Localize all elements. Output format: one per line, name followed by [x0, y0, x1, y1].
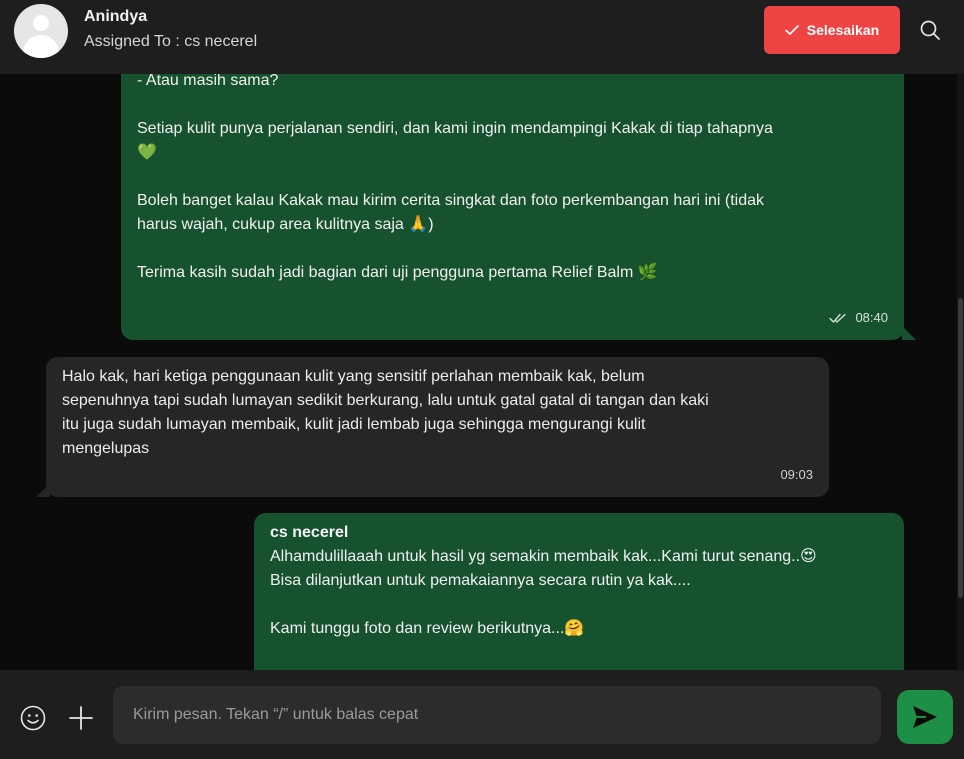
resolve-button[interactable]: Selesaikan [764, 6, 900, 54]
message-text: - Atau masih sama? Setiap kulit punya pe… [137, 74, 773, 281]
check-icon [784, 25, 799, 35]
avatar-body-shape [23, 35, 59, 58]
message-meta: 08:40 [829, 306, 888, 330]
plus-icon [69, 706, 93, 730]
chat-header: Anindya Assigned To : cs necerel Selesai… [0, 0, 964, 74]
message-list[interactable]: - Atau masih sama? Setiap kulit punya pe… [0, 74, 964, 670]
message-bubble-incoming[interactable]: Halo kak, hari ketiga penggunaan kulit y… [36, 357, 829, 497]
message-text: Halo kak, hari ketiga penggunaan kulit y… [62, 368, 709, 457]
attach-button[interactable] [68, 705, 94, 731]
message-text: Alhamdulillaaah untuk hasil yg semakin m… [270, 548, 817, 637]
emoji-button[interactable] [20, 705, 46, 731]
double-check-icon [829, 313, 847, 323]
message-input[interactable] [113, 686, 881, 744]
message-bubble-outgoing[interactable]: cs necerel Alhamdulillaaah untuk hasil y… [254, 513, 904, 670]
message-sender: cs necerel [270, 524, 349, 541]
message-bubble-outgoing[interactable]: - Atau masih sama? Setiap kulit punya pe… [121, 74, 916, 340]
resolve-button-label: Selesaikan [806, 22, 880, 38]
avatar-head-shape [33, 15, 49, 31]
composer [0, 670, 964, 759]
message-time: 08:40 [855, 310, 888, 325]
scrollbar[interactable] [957, 74, 964, 670]
contact-name[interactable]: Anindya [84, 8, 147, 26]
send-icon [913, 706, 937, 728]
bubble-tail [902, 326, 916, 340]
avatar[interactable] [14, 4, 68, 58]
search-icon [920, 20, 940, 40]
message-time: 09:03 [780, 467, 813, 482]
emoji-icon [20, 705, 46, 731]
assigned-to-label: Assigned To : cs necerel [84, 33, 258, 50]
search-button[interactable] [918, 18, 942, 42]
send-button[interactable] [897, 690, 953, 744]
scrollbar-thumb[interactable] [958, 298, 963, 598]
bubble-tail [36, 483, 50, 497]
